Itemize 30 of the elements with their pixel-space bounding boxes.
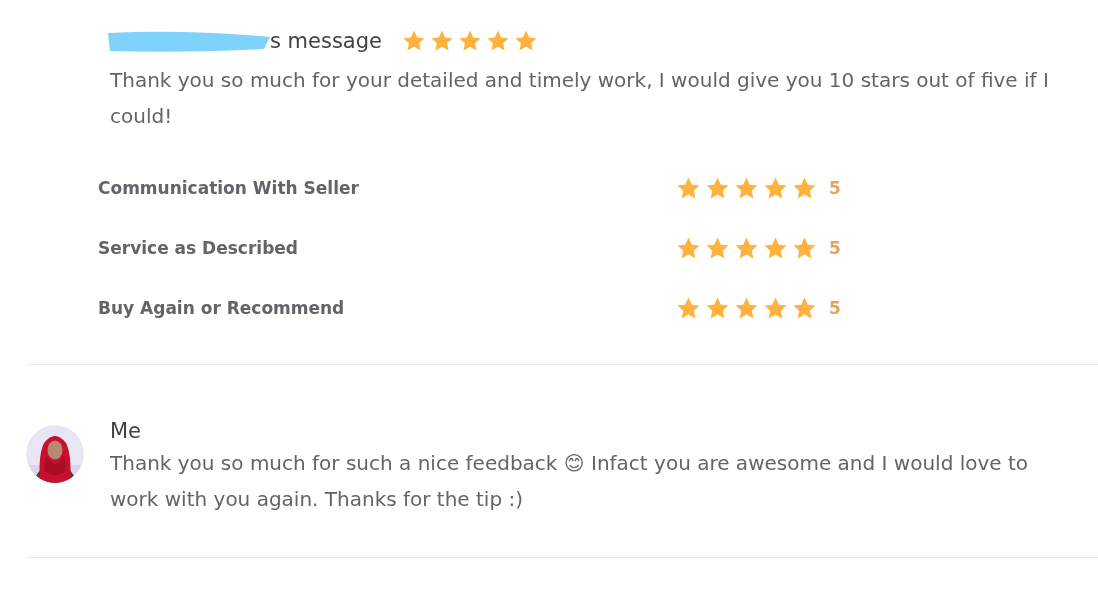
star-icon: [734, 235, 759, 261]
reply-text: Thank you so much for such a nice feedback 😊 Infact you are awesome and I would love to work with you again. Thanks for the tip :): [110, 450, 1030, 513]
star-icon: [458, 29, 482, 53]
star-icon: [676, 175, 701, 201]
star-icon: [763, 295, 788, 321]
author-name: Me: [110, 418, 143, 445]
star-icon: [486, 29, 510, 53]
star-icon: [676, 235, 701, 261]
star-icon: [430, 29, 454, 53]
star-icon: [734, 175, 759, 201]
star-icon: [514, 29, 538, 53]
rating-score: 5: [829, 178, 841, 198]
rating-score: 5: [829, 238, 841, 258]
star-icon: [763, 175, 788, 201]
star-icon: [734, 295, 759, 321]
star-icon: [676, 295, 701, 321]
star-icon: [402, 29, 426, 53]
star-icon: [763, 235, 788, 261]
review-text: Thank you so much for your detailed and timely work, I would give you 10 stars out of five if I could!: [110, 67, 1050, 130]
rating-label: Service as Described: [98, 238, 299, 258]
star-icon: [705, 235, 730, 261]
rating-score: 5: [829, 298, 841, 318]
star-icon: [792, 295, 817, 321]
star-icon: [792, 175, 817, 201]
star-icon: [705, 295, 730, 321]
star-icon: [792, 235, 817, 261]
star-icon: [705, 175, 730, 201]
rating-label: Buy Again or Recommend: [98, 298, 346, 318]
message-heading: s message: [270, 29, 382, 53]
rating-label: Communication With Seller: [98, 178, 360, 198]
